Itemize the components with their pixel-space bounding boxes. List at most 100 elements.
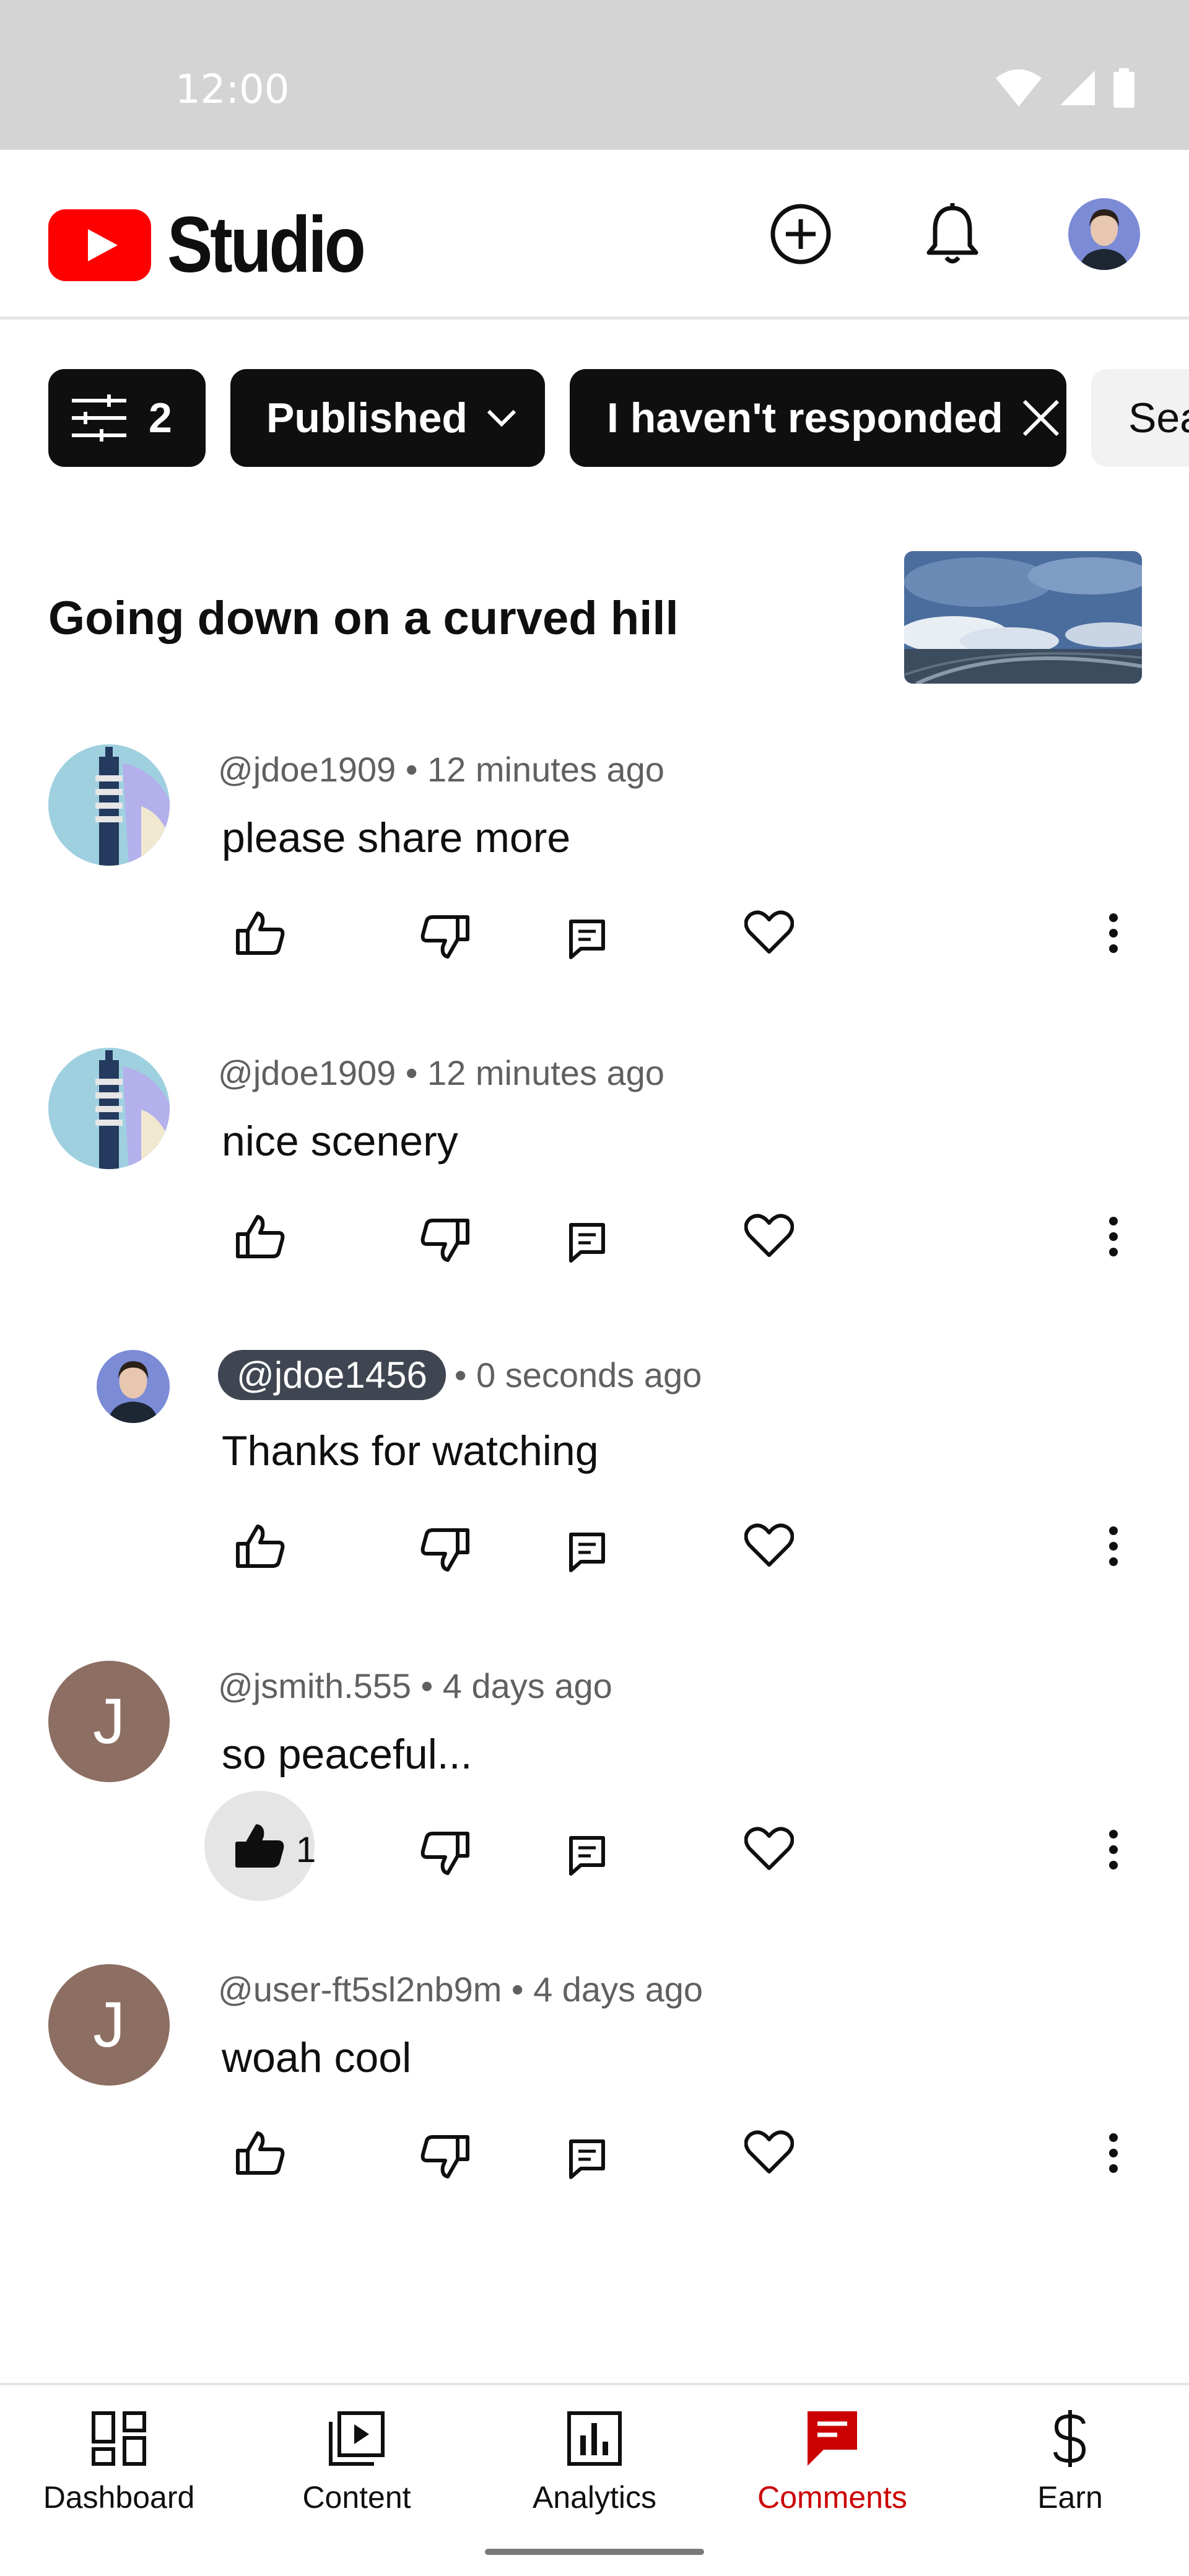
thumbs-up-icon [236,2131,285,2175]
heart-button[interactable] [729,1195,809,1276]
nav-content[interactable]: Content [238,2385,476,2531]
tower-avatar-icon [48,1048,170,1169]
dislike-button[interactable] [405,2117,486,2197]
thumbs-down-icon [420,1832,469,1875]
comment-text: woah cool [222,2034,412,2081]
like-button[interactable] [220,2113,300,2193]
nav-earn[interactable]: Earn [951,2385,1189,2531]
bottom-navigation: Dashboard Content Analytics Comments Ear… [0,2383,1189,2529]
thumbs-down-icon [420,915,469,959]
filter-chips: 2 Published I haven't responded Sea [48,369,1189,467]
more-vertical-icon [1109,1526,1118,1566]
heart-icon [744,1214,794,1257]
account-avatar[interactable] [1068,198,1140,270]
comment-text: please share more [222,814,571,861]
reply-button[interactable] [547,2119,627,2200]
search-filter-chip[interactable]: Sea [1091,369,1189,467]
signal-icon [1060,71,1095,105]
reply-comment-icon [569,1223,605,1263]
more-vertical-icon [1109,2133,1118,2173]
video-thumbnail[interactable] [904,551,1142,684]
heart-button[interactable] [729,1808,809,1889]
heart-icon [744,910,794,954]
wifi-icon [996,69,1042,107]
more-vertical-icon [1109,1830,1118,1869]
more-options-button[interactable] [1073,1506,1154,1586]
thumbs-down-icon [420,1528,469,1572]
heart-icon [744,1827,794,1870]
nav-label: Analytics [532,2480,657,2515]
heart-button[interactable] [729,2112,809,2192]
nav-dashboard[interactable]: Dashboard [0,2385,238,2531]
dislike-button[interactable] [405,1813,486,1894]
chevron-down-icon [487,409,516,427]
youtube-logo-icon [48,209,151,281]
add-circle-icon [770,204,831,264]
heart-button[interactable] [729,1505,809,1585]
like-button[interactable] [220,893,300,973]
heart-button[interactable] [729,892,809,972]
owner-avatar[interactable] [97,1350,170,1423]
notifications-button[interactable] [915,197,990,271]
more-options-button[interactable] [1073,2113,1154,2193]
owner-badge[interactable]: @jdoe1456 [218,1350,446,1400]
more-options-button[interactable] [1073,893,1154,973]
commenter-avatar[interactable] [48,744,170,866]
reply-button[interactable] [547,899,627,980]
reply-button[interactable] [547,1512,627,1593]
heart-icon [744,2130,794,2174]
reply-button[interactable] [547,1816,627,1896]
more-vertical-icon [1109,913,1118,953]
status-icons [995,68,1136,108]
filter-settings-chip[interactable]: 2 [48,369,206,467]
comment-meta: @jdoe1909 • 12 minutes ago [218,1053,664,1092]
nav-label: Dashboard [43,2480,195,2515]
reply-comment-icon [569,1836,605,1876]
analytics-icon [564,2408,625,2469]
dollar-icon [1039,2408,1101,2469]
comment-time: • 0 seconds ago [454,1355,702,1395]
like-button[interactable] [220,1506,300,1586]
comment-text: so peaceful... [222,1731,473,1778]
like-button[interactable] [220,1196,300,1277]
nav-comments[interactable]: Comments [713,2385,951,2531]
reply-comment-icon [569,920,605,959]
more-options-button[interactable] [1073,1196,1154,1277]
tower-avatar-icon [48,744,170,866]
more-options-button[interactable] [1073,1809,1154,1890]
filter-count: 2 [149,394,172,442]
video-title[interactable]: Going down on a curved hill [48,591,679,645]
app-header: Studio [0,150,1189,320]
commenter-avatar[interactable]: J [48,1661,170,1782]
comments-icon [801,2408,863,2469]
more-vertical-icon [1109,1217,1118,1256]
reply-comment-icon [569,2139,605,2179]
like-count: 1 [296,1830,316,1870]
thumbs-down-icon [420,2135,469,2178]
comment-meta: @jsmith.555 • 4 days ago [218,1666,612,1705]
commenter-avatar[interactable]: J [48,1964,170,2086]
heart-icon [744,1523,794,1567]
dislike-button[interactable] [405,1510,486,1590]
content-icon [326,2408,388,2469]
commenter-avatar[interactable] [48,1048,170,1169]
status-time: 12:00 [175,67,290,113]
responded-filter-chip[interactable]: I haven't responded [570,369,1066,467]
user-photo-icon [97,1350,170,1423]
search-label: Sea [1128,394,1189,442]
sliders-icon [72,394,126,442]
nav-analytics[interactable]: Analytics [476,2385,713,2531]
dislike-button[interactable] [405,897,486,977]
thumbs-up-icon [236,912,285,955]
close-icon[interactable] [1021,398,1061,438]
youtube-studio-logo[interactable]: Studio [48,199,395,290]
dislike-button[interactable] [405,1200,486,1281]
avatar-letter: J [93,1988,125,2061]
reply-button[interactable] [547,1203,627,1283]
reply-comment-icon [569,1533,605,1572]
published-filter-chip[interactable]: Published [230,369,545,467]
gesture-bar[interactable] [485,2549,704,2555]
create-button[interactable] [764,197,838,271]
nav-label: Content [302,2480,411,2515]
thumbs-up-icon [236,1215,285,1258]
